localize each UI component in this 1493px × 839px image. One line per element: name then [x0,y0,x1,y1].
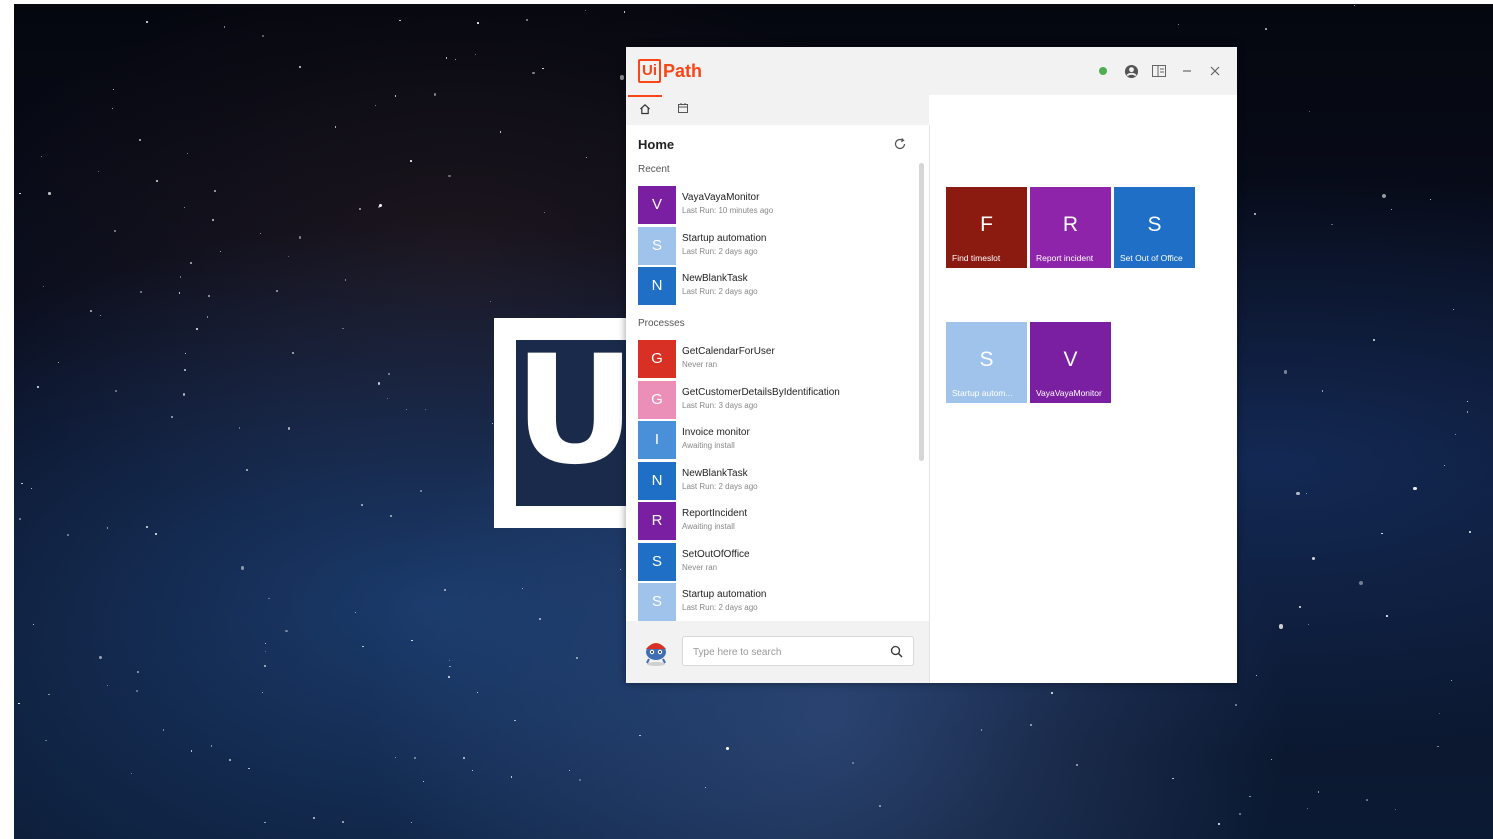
process-name: GetCustomerDetailsByIdentification [682,386,840,398]
process-status: Awaiting install [682,522,735,531]
list-item[interactable]: S Startup automation Last Run: 2 days ago [638,583,908,621]
favorite-tile[interactable]: V VayaVayaMonitor [1030,322,1111,403]
favorite-tile[interactable]: R Report incident [1030,187,1111,268]
search-icon[interactable] [890,645,904,659]
tile-letter: S [1147,213,1162,236]
tile-label: Find timeslot [952,253,1001,263]
tile-label: Report incident [1036,253,1094,263]
list-item[interactable]: R ReportIncident Awaiting install [638,502,908,540]
connection-status-icon [1095,63,1111,79]
process-letter-icon: S [638,542,676,581]
process-name: Startup automation [682,232,767,244]
process-name: VayaVayaMonitor [682,192,760,203]
tile-letter: F [980,213,993,236]
uipath-assistant-window: Ui Path Home Recent V VayaVayaMonitor La… [626,47,1237,683]
process-name: Startup automation [682,589,767,600]
process-name: ReportIncident [682,508,748,519]
tile-letter: S [979,348,994,371]
title-bar: Ui Path [626,47,1237,95]
process-status: Last Run: 2 days ago [682,246,758,256]
process-name: GetCalendarForUser [682,346,775,357]
process-letter-icon: V [638,186,676,224]
logo-text: Path [663,60,703,81]
process-letter-icon: G [638,380,676,419]
process-letter-icon: N [638,267,676,305]
process-status: Last Run: 2 days ago [682,481,758,491]
tile-label: Startup autom... [952,388,1013,398]
close-icon[interactable] [1207,63,1223,79]
process-name: NewBlankTask [682,467,748,479]
process-status: Never ran [682,360,718,369]
uipath-logo: Ui Path [638,59,702,83]
tile-letter: R [1062,213,1079,236]
process-status: Last Run: 3 days ago [682,400,758,410]
process-status: Last Run: 10 minutes ago [682,206,774,215]
processes-section-label: Processes [638,318,685,329]
account-icon[interactable] [1123,63,1139,79]
search-bar-area [626,621,929,683]
scrollbar[interactable] [919,163,924,461]
favorite-tile[interactable]: S Startup autom... [946,322,1027,403]
page-title: Home [638,137,675,152]
robot-avatar[interactable] [640,635,674,669]
layout-toggle-icon[interactable] [1151,63,1167,79]
home-panel: Home Recent V VayaVayaMonitor Last Run: 10… [626,125,930,683]
favorites-panel: F Find timeslot R Report incident S Set Out o… [930,125,1237,683]
tab-bar [626,95,929,125]
process-name: NewBlankTask [682,273,748,284]
calendar-icon [677,101,689,119]
minimize-icon[interactable] [1179,63,1195,79]
process-letter-icon: N [638,461,676,500]
process-letter-icon: I [638,421,676,459]
tab-calendar[interactable] [666,95,700,125]
process-status: Never ran [682,562,718,572]
list-item[interactable]: N NewBlankTask Last Run: 2 days ago [638,461,908,500]
list-item[interactable]: G GetCalendarForUser Never ran [638,340,908,378]
process-status: Last Run: 2 days ago [682,603,758,612]
process-letter-icon: R [638,502,676,540]
refresh-icon[interactable] [893,137,909,153]
process-letter-icon: S [638,226,676,265]
title-bar-controls [1095,63,1223,79]
list-item[interactable]: S Startup automation Last Run: 2 days ago [638,226,908,265]
search-field[interactable] [682,636,914,666]
list-item[interactable]: V VayaVayaMonitor Last Run: 10 minutes ago [638,186,908,224]
process-letter-icon: S [638,583,676,621]
tile-label: VayaVayaMonitor [1036,388,1102,398]
process-name: SetOutOfOffice [682,548,750,560]
process-status: Awaiting install [682,441,735,450]
tile-letter: V [1063,348,1078,371]
search-input[interactable] [691,642,885,662]
home-icon [639,102,651,120]
recent-section-label: Recent [638,164,670,175]
list-item[interactable]: G GetCustomerDetailsByIdentification Last … [638,380,908,419]
favorite-tile[interactable]: S Set Out of Office [1114,187,1195,268]
process-letter-icon: G [638,340,676,378]
list-item[interactable]: I Invoice monitor Awaiting install [638,421,908,459]
tile-label: Set Out of Office [1120,253,1183,263]
favorite-tile[interactable]: F Find timeslot [946,187,1027,268]
tab-home[interactable] [628,95,662,125]
list-item[interactable]: N NewBlankTask Last Run: 2 days ago [638,267,908,305]
process-name: Invoice monitor [682,427,750,438]
process-status: Last Run: 2 days ago [682,287,758,296]
list-item[interactable]: S SetOutOfOffice Never ran [638,542,908,581]
logo-box: Ui [638,59,661,83]
